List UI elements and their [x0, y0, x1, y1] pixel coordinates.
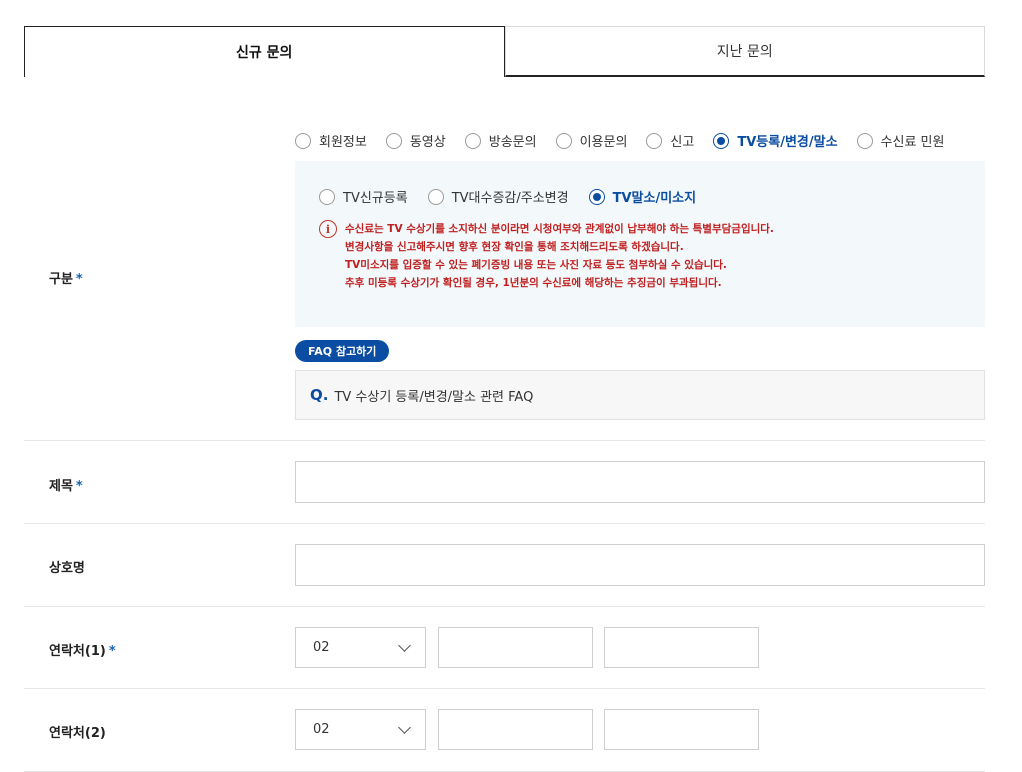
- radio-tv-cancel[interactable]: TV말소/미소지: [588, 187, 696, 206]
- notice-line: TV미소지를 입증할 수 있는 폐기증빙 내용 또는 사진 자료 등도 첨부하실…: [345, 259, 727, 271]
- contact2-middle-input[interactable]: [438, 709, 593, 750]
- radio-checked-icon: [713, 132, 730, 149]
- tab-new-inquiry[interactable]: 신규 문의: [24, 26, 505, 77]
- category-radio-group: 회원정보 동영상 방송문의 이용문의 신고 TV등록/변경/말소 수신료 민원: [295, 131, 963, 150]
- contact2-last-input[interactable]: [604, 709, 759, 750]
- radio-license-fee[interactable]: 수신료 민원: [856, 131, 944, 150]
- radio-circle-icon: [856, 132, 873, 149]
- divider: [24, 523, 985, 524]
- radio-member-info[interactable]: 회원정보: [295, 131, 367, 150]
- radio-report[interactable]: 신고: [646, 131, 694, 150]
- tab-past-inquiry[interactable]: 지난 문의: [504, 26, 985, 77]
- radio-circle-icon: [295, 132, 311, 149]
- contact2-label: 연락처(2): [49, 726, 106, 741]
- notice-line: 추후 미등록 수상기가 확인될 경우, 1년분의 수신료에 해당하는 추징금이 …: [345, 277, 722, 289]
- radio-circle-icon: [646, 132, 663, 149]
- company-name-input[interactable]: [295, 544, 985, 586]
- contact1-last-input[interactable]: [604, 627, 759, 668]
- radio-circle-icon: [385, 132, 402, 149]
- title-input[interactable]: [295, 461, 985, 503]
- info-circle-icon: i: [319, 220, 337, 238]
- contact2-prefix-value: 02: [313, 722, 330, 737]
- divider: [24, 440, 985, 441]
- contact1-label: 연락처(1) *: [49, 644, 116, 659]
- category-label: 구분 *: [49, 272, 83, 287]
- chevron-down-icon: [398, 721, 411, 734]
- radio-circle-icon: [464, 132, 481, 149]
- radio-circle-icon: [555, 132, 572, 149]
- required-mark: *: [75, 272, 83, 287]
- divider: [24, 688, 985, 689]
- contact1-prefix-value: 02: [313, 640, 330, 655]
- radio-broadcast[interactable]: 방송문의: [464, 131, 537, 150]
- title-label: 제목 *: [49, 479, 83, 494]
- inquiry-tabs: 신규 문의 지난 문의: [24, 26, 985, 77]
- contact1-prefix-select[interactable]: 02: [295, 627, 426, 668]
- radio-tv-new[interactable]: TV신규등록: [319, 187, 408, 206]
- company-label: 상호명: [49, 561, 85, 576]
- notice-line: 수신료는 TV 수상기를 소지하신 분이라면 시청여부와 관계없이 납부해야 하…: [345, 223, 774, 235]
- required-mark: *: [75, 479, 83, 494]
- required-mark: *: [108, 644, 116, 659]
- chevron-down-icon: [398, 639, 411, 652]
- radio-usage[interactable]: 이용문의: [555, 131, 627, 150]
- radio-tv-change[interactable]: TV대수증감/주소변경: [427, 187, 569, 206]
- radio-tv-registration[interactable]: TV등록/변경/말소: [713, 131, 838, 150]
- contact2-prefix-select[interactable]: 02: [295, 709, 426, 750]
- notice-line: 변경사항을 신고해주시면 향후 현장 확인을 통해 조치해드리도록 하겠습니다.: [345, 241, 684, 253]
- radio-circle-icon: [427, 188, 444, 205]
- faq-q-mark: Q.: [310, 386, 329, 404]
- radio-video[interactable]: 동영상: [385, 131, 446, 150]
- radio-checked-icon: [588, 188, 605, 205]
- contact1-middle-input[interactable]: [438, 627, 593, 668]
- faq-link-text: TV 수상기 등록/변경/말소 관련 FAQ: [334, 389, 534, 405]
- faq-reference-button[interactable]: FAQ 참고하기: [295, 340, 390, 362]
- tv-subcategory-radio-group: TV신규등록 TV대수증감/주소변경 TV말소/미소지: [319, 187, 715, 206]
- divider: [24, 606, 985, 607]
- notice-message: i 수신료는 TV 수상기를 소지하신 분이라면 시청여부와 관계없이 납부해야…: [319, 220, 774, 292]
- faq-link[interactable]: Q. TV 수상기 등록/변경/말소 관련 FAQ: [295, 370, 985, 420]
- radio-circle-icon: [319, 188, 335, 205]
